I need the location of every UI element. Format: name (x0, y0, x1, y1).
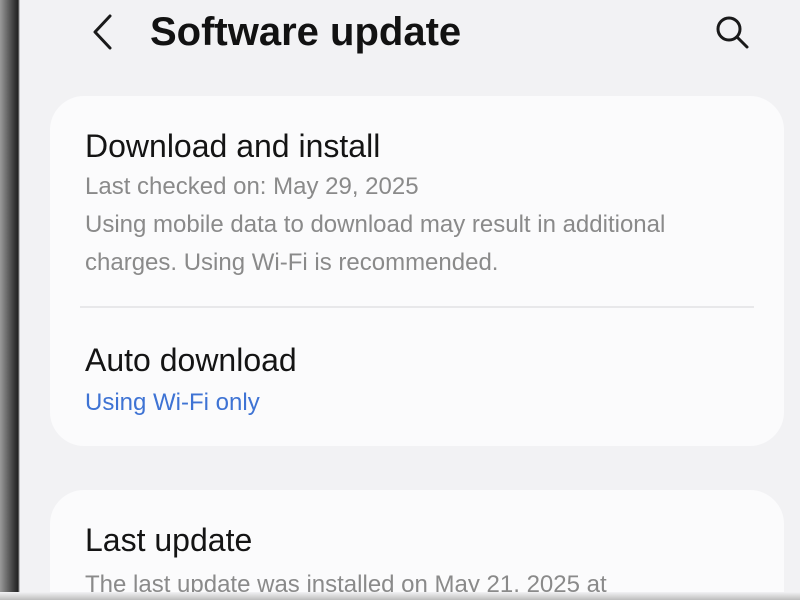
app-bar: Software update (0, 0, 800, 72)
chevron-left-icon (93, 14, 112, 50)
update-settings-card: Download and install Last checked on: Ma… (50, 96, 784, 446)
divider (80, 306, 754, 308)
mobile-data-note-line2: charges. Using Wi-Fi is recommended. (85, 249, 499, 276)
software-update-screen: Software update Download and install Las… (0, 0, 800, 600)
last-update-title: Last update (85, 522, 253, 558)
search-icon (716, 16, 749, 49)
last-update-card: Last update The last update was installe… (50, 490, 784, 600)
last-update-item[interactable]: Last update The last update was installe… (85, 520, 754, 600)
back-button[interactable] (84, 10, 120, 54)
page-title: Software update (150, 10, 462, 54)
device-bezel-bottom (0, 592, 800, 600)
device-bezel (0, 0, 20, 600)
download-and-install-item[interactable]: Download and install Last checked on: Ma… (85, 126, 754, 282)
download-and-install-title: Download and install (85, 128, 381, 164)
auto-download-value: Using Wi-Fi only (85, 389, 260, 416)
search-button[interactable] (708, 8, 756, 56)
auto-download-title: Auto download (85, 342, 297, 378)
mobile-data-note-line1: Using mobile data to download may result… (85, 211, 666, 238)
auto-download-item[interactable]: Auto download Using Wi-Fi only (85, 340, 754, 422)
last-checked-text: Last checked on: May 29, 2025 (85, 173, 419, 200)
